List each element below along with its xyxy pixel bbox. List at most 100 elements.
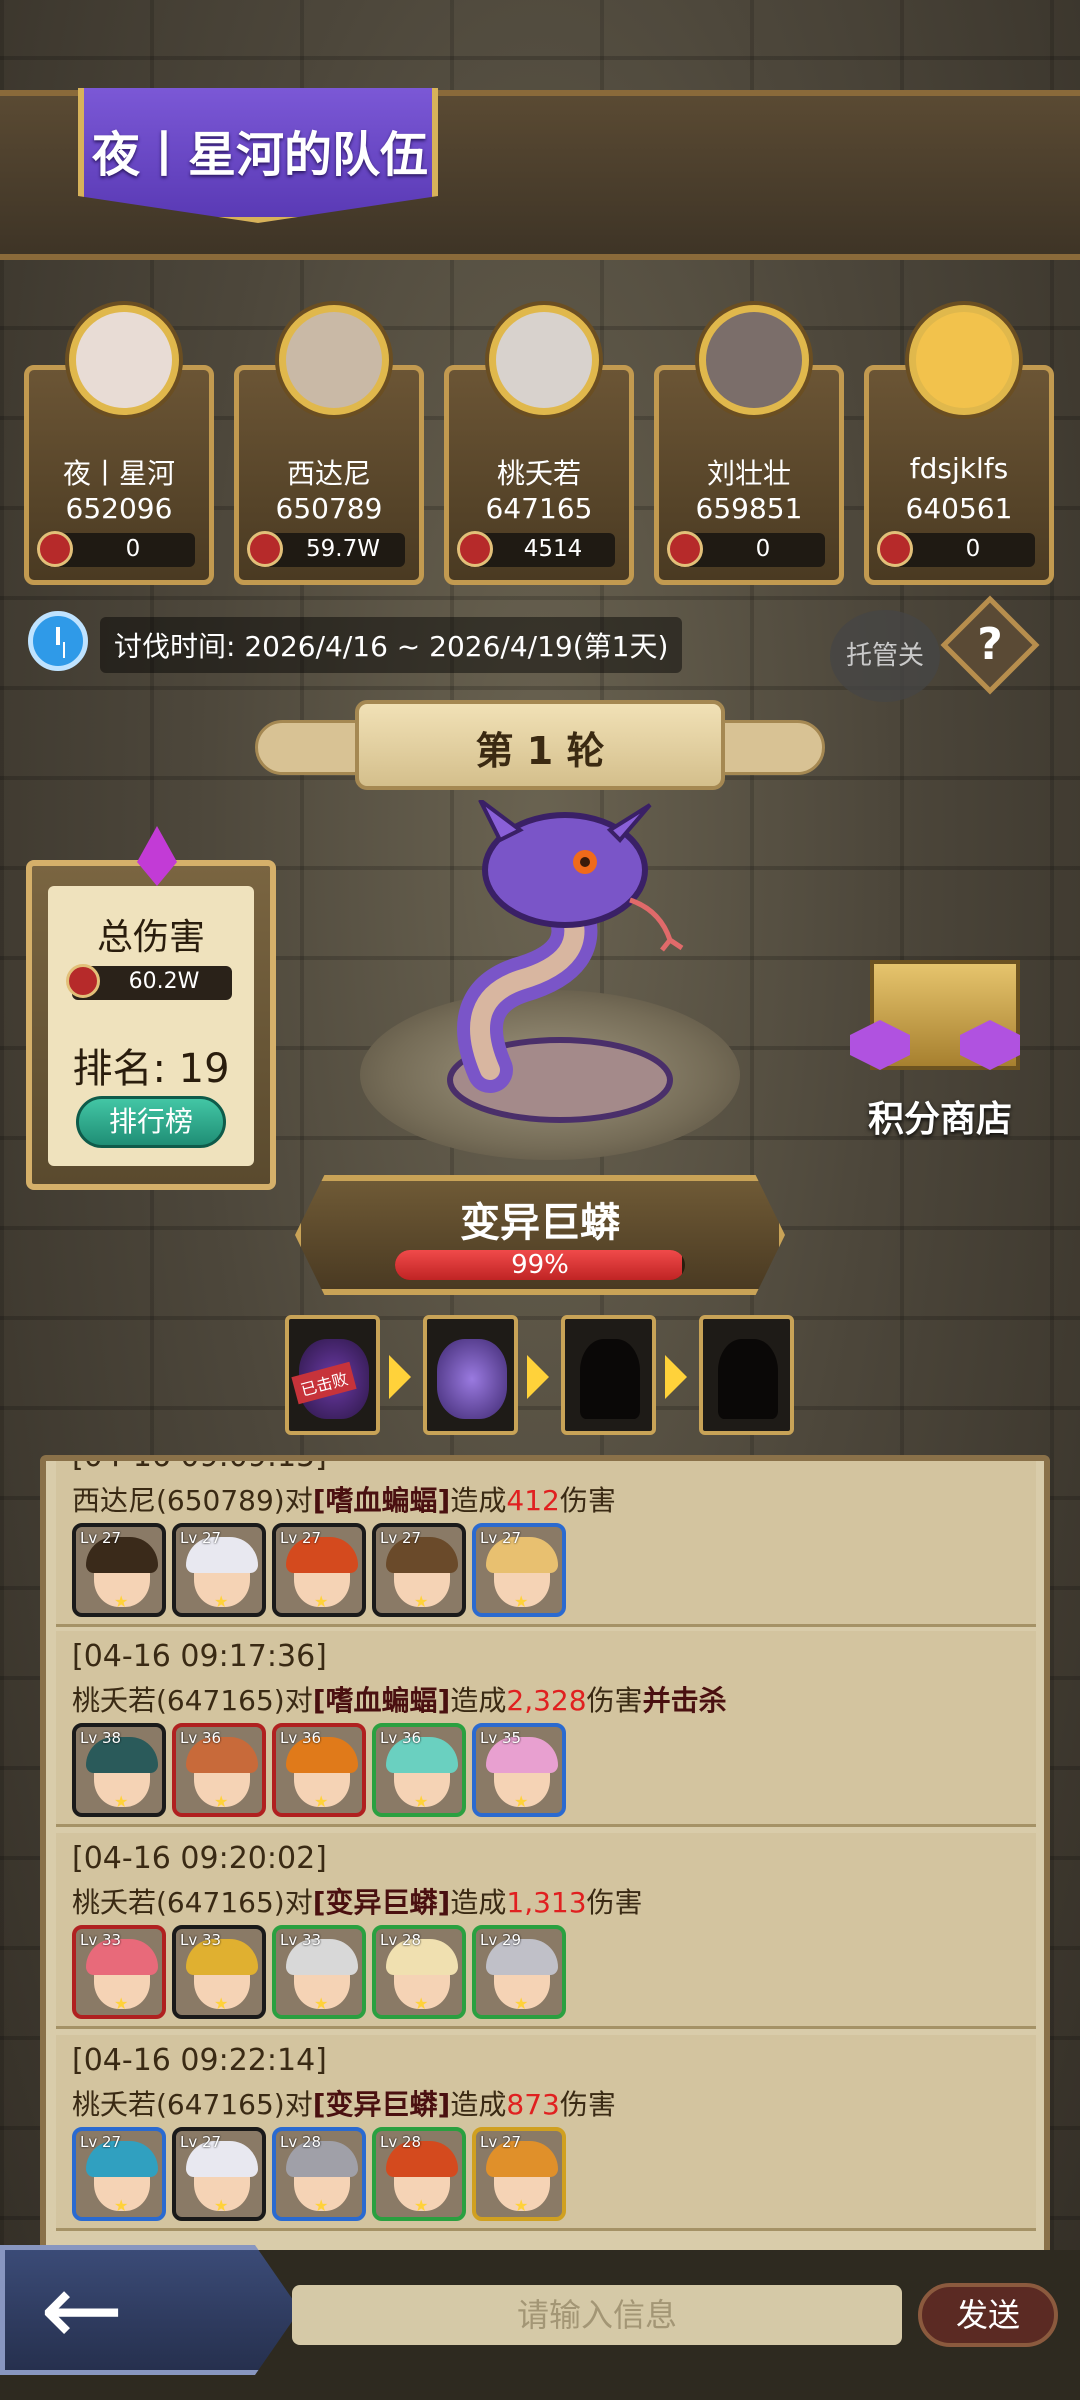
points-shop-label: 积分商店 bbox=[867, 1099, 1012, 1140]
member-card[interactable]: 桃夭若 647165 4514 bbox=[444, 305, 634, 585]
coin-icon bbox=[247, 531, 283, 567]
member-card[interactable]: 西达尼 650789 59.7W bbox=[234, 305, 424, 585]
stage-slot-locked[interactable] bbox=[699, 1315, 794, 1435]
log-timestamp: [04-16 09:17:36] bbox=[72, 1639, 327, 1674]
hero-portrait[interactable]: Lv 27 ★ bbox=[72, 2127, 166, 2221]
hero-level: Lv 27 bbox=[80, 1529, 122, 1547]
hero-portrait[interactable]: Lv 28 ★ bbox=[372, 2127, 466, 2221]
boss-hp-text: 99% bbox=[511, 1250, 569, 1280]
log-actor: 桃夭若(647165)对 bbox=[72, 2088, 313, 2121]
hero-portrait[interactable]: Lv 27 ★ bbox=[172, 2127, 266, 2221]
hero-portrait[interactable]: Lv 35 ★ bbox=[472, 1723, 566, 1817]
star-icon: ★ bbox=[114, 1792, 129, 1811]
send-button[interactable]: 发送 bbox=[918, 2283, 1058, 2347]
hero-portrait[interactable]: Lv 27 ★ bbox=[172, 1523, 266, 1617]
hero-level: Lv 27 bbox=[80, 2133, 122, 2151]
hero-portrait[interactable]: Lv 28 ★ bbox=[372, 1925, 466, 2019]
member-damage: 0 bbox=[965, 536, 981, 562]
member-score: 650789 bbox=[275, 492, 383, 525]
log-entry: [04-16 09:09:15] 西达尼(650789)对[嗜血蝙蝠]造成412伤… bbox=[56, 1455, 1036, 1627]
member-damage-bar: 59.7W bbox=[247, 531, 405, 567]
hero-level: Lv 27 bbox=[380, 1529, 422, 1547]
log-suffix: 伤害 bbox=[559, 2088, 616, 2121]
hero-level: Lv 33 bbox=[180, 1931, 222, 1949]
hero-portrait[interactable]: Lv 33 ★ bbox=[72, 1925, 166, 2019]
log-suffix: 伤害 bbox=[559, 1484, 616, 1517]
serpent-boss-icon bbox=[437, 1339, 507, 1419]
hero-level: Lv 27 bbox=[180, 2133, 222, 2151]
log-target: [变异巨蟒] bbox=[312, 1886, 451, 1919]
team-title: 夜丨星河的队伍 bbox=[92, 127, 429, 183]
hero-level: Lv 29 bbox=[480, 1931, 522, 1949]
hero-level: Lv 36 bbox=[280, 1729, 322, 1747]
member-card[interactable]: fdsjklfs 640561 0 bbox=[864, 305, 1054, 585]
star-icon: ★ bbox=[514, 2196, 529, 2215]
avatar[interactable] bbox=[279, 305, 389, 415]
stage-slot-locked[interactable] bbox=[561, 1315, 656, 1435]
hero-portrait[interactable]: Lv 29 ★ bbox=[472, 1925, 566, 2019]
log-timestamp: [04-16 09:09:15] bbox=[72, 1455, 327, 1474]
boss-serpent-image[interactable] bbox=[400, 800, 720, 1130]
member-name: 西达尼 bbox=[286, 457, 371, 490]
star-icon: ★ bbox=[314, 1592, 329, 1611]
auto-manage-button[interactable]: 托管关 bbox=[830, 610, 940, 702]
member-name: 夜丨星河 bbox=[62, 457, 175, 490]
battle-log-panel[interactable]: [04-16 09:09:15] 西达尼(650789)对[嗜血蝙蝠]造成412伤… bbox=[40, 1455, 1050, 2265]
avatar[interactable] bbox=[909, 305, 1019, 415]
hero-portrait[interactable]: Lv 33 ★ bbox=[172, 1925, 266, 2019]
star-icon: ★ bbox=[114, 1592, 129, 1611]
hero-level: Lv 28 bbox=[380, 1931, 422, 1949]
member-damage-bar: 4514 bbox=[457, 531, 615, 567]
hero-level: Lv 36 bbox=[180, 1729, 222, 1747]
hero-portrait[interactable]: Lv 33 ★ bbox=[272, 1925, 366, 2019]
member-damage-bar: 0 bbox=[667, 531, 825, 567]
hero-portrait[interactable]: Lv 28 ★ bbox=[272, 2127, 366, 2221]
hero-level: Lv 27 bbox=[480, 2133, 522, 2151]
damage-panel-inner: 总伤害 60.2W 排名: 19 排行榜 bbox=[48, 886, 254, 1166]
log-kill: 并击杀 bbox=[642, 1684, 727, 1717]
chevron-right-icon bbox=[665, 1355, 687, 1399]
hero-level: Lv 33 bbox=[280, 1931, 322, 1949]
hero-portrait[interactable]: Lv 27 ★ bbox=[272, 1523, 366, 1617]
avatar[interactable] bbox=[699, 305, 809, 415]
points-shop[interactable]: 积分商店 bbox=[840, 920, 1040, 1140]
avatar[interactable] bbox=[489, 305, 599, 415]
hero-level: Lv 27 bbox=[280, 1529, 322, 1547]
avatar[interactable] bbox=[69, 305, 179, 415]
member-score: 640561 bbox=[905, 492, 1013, 525]
log-verb: 造成 bbox=[450, 2088, 507, 2121]
boss-name: 变异巨蟒 bbox=[460, 1200, 620, 1246]
member-list: 夜丨星河 652096 0 西达尼 650789 59.7W 桃夭若 64716… bbox=[24, 305, 1064, 590]
member-damage: 59.7W bbox=[306, 536, 380, 562]
campaign-time: 讨伐时间: 2026/4/16 ~ 2026/4/19(第1天) bbox=[100, 617, 683, 673]
member-damage-bar: 0 bbox=[877, 531, 1035, 567]
coin-icon bbox=[66, 964, 100, 998]
log-target: [嗜血蝙蝠] bbox=[312, 1684, 451, 1717]
message-input[interactable] bbox=[292, 2285, 902, 2345]
stage-slot-current[interactable] bbox=[423, 1315, 518, 1435]
member-score: 659851 bbox=[695, 492, 803, 525]
hero-level: Lv 27 bbox=[180, 1529, 222, 1547]
log-amount: 873 bbox=[506, 2088, 560, 2121]
stage-slot-defeated[interactable]: 已击败 bbox=[285, 1315, 380, 1435]
log-verb: 造成 bbox=[450, 1484, 507, 1517]
hero-portrait[interactable]: Lv 27 ★ bbox=[372, 1523, 466, 1617]
member-card[interactable]: 夜丨星河 652096 0 bbox=[24, 305, 214, 585]
hero-level: Lv 28 bbox=[280, 2133, 322, 2151]
hero-portrait[interactable]: Lv 27 ★ bbox=[472, 1523, 566, 1617]
member-card[interactable]: 刘壮壮 659851 0 bbox=[654, 305, 844, 585]
hero-portrait[interactable]: Lv 27 ★ bbox=[472, 2127, 566, 2221]
log-message: 桃夭若(647165)对[变异巨蟒]造成873伤害 bbox=[72, 2083, 616, 2123]
chevron-right-icon bbox=[527, 1355, 549, 1399]
hero-portrait[interactable]: Lv 38 ★ bbox=[72, 1723, 166, 1817]
star-icon: ★ bbox=[314, 2196, 329, 2215]
hero-portrait[interactable]: Lv 36 ★ bbox=[372, 1723, 466, 1817]
log-message: 桃夭若(647165)对[变异巨蟒]造成1,313伤害 bbox=[72, 1881, 643, 1921]
hero-portrait[interactable]: Lv 27 ★ bbox=[72, 1523, 166, 1617]
hero-portrait[interactable]: Lv 36 ★ bbox=[272, 1723, 366, 1817]
member-score: 647165 bbox=[485, 492, 593, 525]
hero-portrait[interactable]: Lv 36 ★ bbox=[172, 1723, 266, 1817]
log-entry: [04-16 09:17:36] 桃夭若(647165)对[嗜血蝙蝠]造成2,32… bbox=[56, 1631, 1036, 1827]
star-icon: ★ bbox=[414, 1792, 429, 1811]
leaderboard-button[interactable]: 排行榜 bbox=[76, 1096, 226, 1148]
